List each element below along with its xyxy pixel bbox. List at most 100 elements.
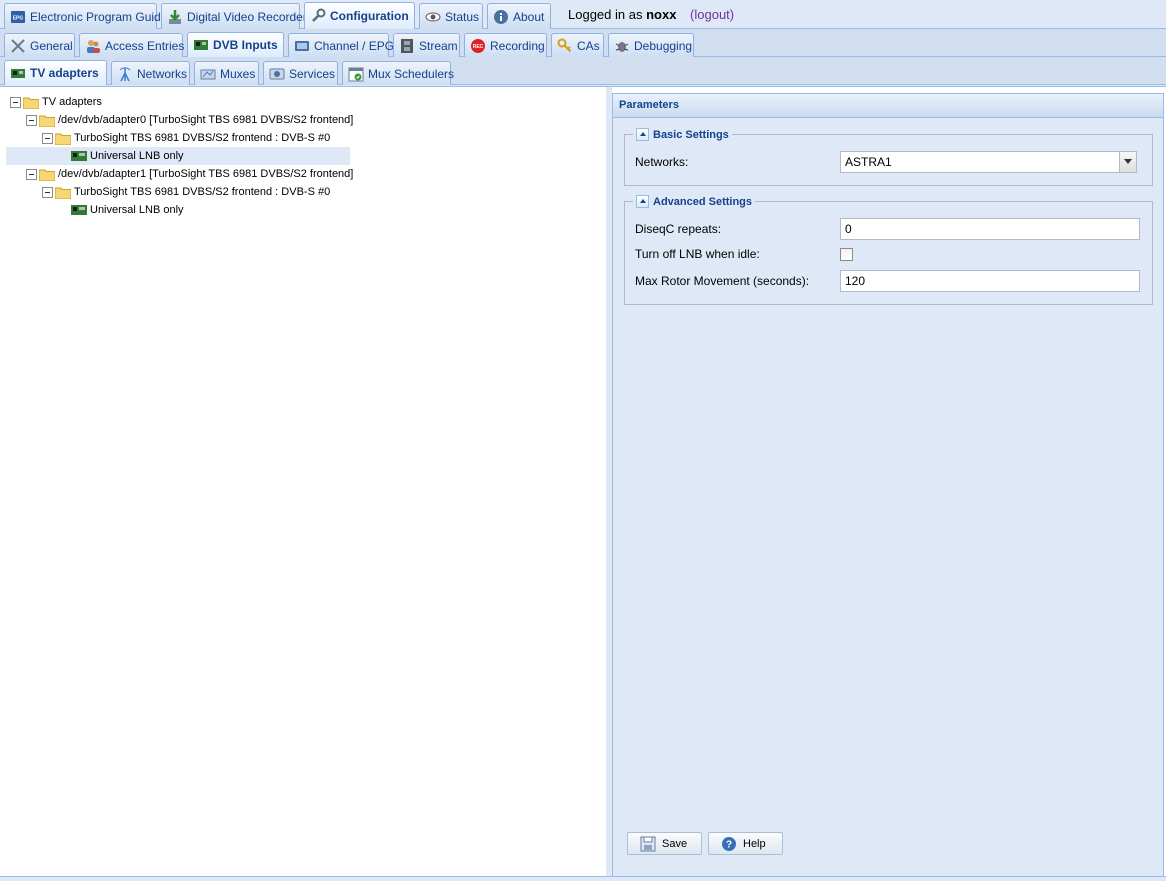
tab-services[interactable]: Services	[263, 61, 338, 85]
help-button[interactable]: ? Help	[708, 832, 783, 855]
folder-icon	[55, 133, 71, 145]
tree-node[interactable]: Universal LNB only	[6, 201, 606, 219]
collapse-icon[interactable]	[26, 114, 37, 126]
rotor-input[interactable]	[840, 270, 1140, 292]
tab-label: Networks	[137, 66, 188, 81]
login-status: Logged in as noxx (logout)	[568, 7, 734, 22]
tab-label: CAs	[577, 38, 600, 53]
svg-text:REC: REC	[473, 44, 484, 50]
tab-cas[interactable]: CAs	[551, 33, 604, 57]
login-user: noxx	[646, 7, 677, 22]
tab-debugging[interactable]: Debugging	[608, 33, 694, 57]
folder-icon	[39, 115, 55, 127]
lnb-off-row: Turn off LNB when idle:	[635, 243, 853, 265]
tab-label: Recording	[490, 38, 545, 53]
collapse-icon[interactable]	[636, 195, 649, 208]
networks-value: ASTRA1	[845, 155, 892, 169]
users-icon	[87, 39, 100, 53]
collapse-icon[interactable]	[10, 96, 21, 108]
save-button[interactable]: Save	[627, 832, 702, 855]
tab-muxes[interactable]: Muxes	[194, 61, 259, 85]
chevron-down-icon[interactable]	[1119, 152, 1136, 172]
folder-icon	[23, 97, 39, 109]
tab-dvr[interactable]: Digital Video Recorder	[161, 3, 307, 29]
tab-stream[interactable]: Stream	[393, 33, 460, 57]
tab-general[interactable]: General	[4, 33, 75, 57]
status-bar	[0, 876, 1166, 880]
tab-mux-schedulers[interactable]: Mux Schedulers	[342, 61, 455, 85]
tab-status[interactable]: Status	[419, 3, 483, 29]
tab-networks[interactable]: Networks	[111, 61, 190, 85]
calendar-icon	[348, 67, 364, 81]
tab-configuration[interactable]: Configuration	[304, 2, 415, 29]
tab-epg[interactable]: EPG Electronic Program Guide	[4, 3, 167, 29]
tab-label: DVB Inputs	[213, 38, 278, 52]
tab-dvb-inputs[interactable]: DVB Inputs	[187, 32, 284, 57]
tree-node[interactable]: TurboSight TBS 6981 DVBS/S2 frontend : D…	[6, 183, 606, 201]
tree-node[interactable]: TurboSight TBS 6981 DVBS/S2 frontend : D…	[6, 129, 606, 147]
tab-label: Stream	[419, 38, 458, 53]
collapse-icon[interactable]	[636, 128, 649, 141]
config-tabbar: General Access Entries DVB Inputs Channe…	[0, 29, 1166, 57]
tab-label: Channel / EPG	[314, 38, 395, 53]
tab-access-entries[interactable]: Access Entries	[79, 33, 184, 57]
rec-icon: REC	[471, 38, 485, 53]
folder-icon	[55, 187, 71, 199]
networks-row: Networks: ASTRA1	[635, 151, 1137, 173]
tree-node-label: /dev/dvb/adapter1 [TurboSight TBS 6981 D…	[58, 168, 354, 180]
tab-about[interactable]: About	[487, 3, 551, 29]
logout-link[interactable]: (logout)	[690, 7, 734, 22]
card-icon	[71, 151, 87, 161]
key-icon	[557, 38, 572, 52]
tree-node-label: TV adapters	[42, 96, 102, 108]
svg-text:EPG: EPG	[13, 15, 24, 21]
collapse-icon[interactable]	[26, 168, 37, 180]
help-label: Help	[743, 837, 766, 850]
dvb-card-icon	[194, 40, 208, 50]
parameters-panel: Parameters Basic Settings Networks: ASTR…	[612, 93, 1164, 879]
wrench-icon	[312, 8, 326, 22]
tab-label: About	[513, 9, 545, 24]
tab-label: Status	[445, 9, 480, 24]
folder-icon	[39, 169, 55, 181]
antenna-icon	[119, 66, 131, 81]
diseqc-row: DiseqC repeats:	[635, 218, 1140, 240]
collapse-icon[interactable]	[42, 186, 53, 198]
tv-icon	[295, 40, 309, 51]
tab-channel-epg[interactable]: Channel / EPG	[288, 33, 394, 57]
tree-node[interactable]: /dev/dvb/adapter0 [TurboSight TBS 6981 D…	[6, 111, 606, 129]
adapter-tree: TV adapters /dev/dvb/adapter0 [TurboSigh…	[6, 93, 606, 219]
svg-text:?: ?	[726, 839, 732, 850]
tools-icon	[11, 38, 25, 53]
collapse-icon[interactable]	[42, 132, 53, 144]
tab-recording[interactable]: REC Recording	[464, 33, 547, 57]
tab-label: Mux Schedulers	[368, 66, 455, 81]
diseqc-label: DiseqC repeats:	[635, 222, 722, 236]
basic-settings-group: Basic Settings Networks: ASTRA1	[624, 128, 1153, 186]
save-label: Save	[662, 837, 688, 850]
bug-icon	[615, 41, 629, 52]
dvb-tabbar: TV adapters Networks Muxes Services Mux …	[0, 57, 1166, 85]
tree-node-label: Universal LNB only	[90, 204, 184, 216]
lnb-off-label: Turn off LNB when idle:	[635, 247, 760, 261]
tab-label: Configuration	[330, 9, 409, 23]
rotor-row: Max Rotor Movement (seconds):	[635, 270, 1140, 292]
tab-tv-adapters[interactable]: TV adapters	[4, 60, 107, 85]
help-icon: ?	[722, 836, 736, 851]
login-prefix: Logged in as	[568, 7, 643, 22]
film-icon	[401, 38, 413, 53]
eye-icon	[425, 12, 441, 21]
legend-label: Basic Settings	[653, 128, 729, 141]
panel-title: Parameters	[613, 94, 1163, 118]
tab-label: Debugging	[634, 38, 693, 53]
diseqc-input[interactable]	[840, 218, 1140, 240]
main-tabbar: EPG Electronic Program Guide Digital Vid…	[0, 0, 1166, 29]
mux-icon	[200, 69, 216, 79]
tree-node[interactable]: /dev/dvb/adapter1 [TurboSight TBS 6981 D…	[6, 165, 606, 183]
lnb-off-checkbox[interactable]	[840, 247, 853, 261]
tree-node-selected[interactable]: Universal LNB only	[6, 147, 350, 165]
tab-label: General	[30, 38, 73, 53]
networks-select[interactable]: ASTRA1	[840, 151, 1137, 173]
tree-node-label: TurboSight TBS 6981 DVBS/S2 frontend : D…	[74, 186, 331, 198]
tree-node[interactable]: TV adapters	[6, 93, 606, 111]
